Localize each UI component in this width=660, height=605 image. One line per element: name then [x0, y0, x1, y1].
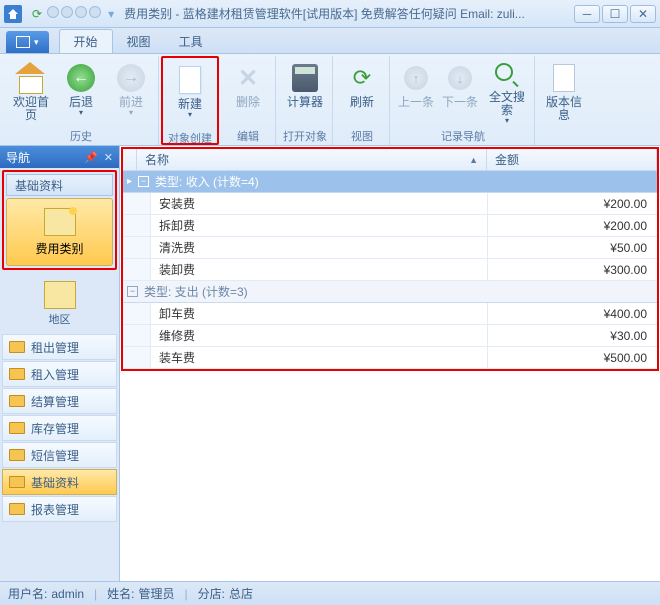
ribbon-tabs: 开始 视图 工具	[0, 28, 660, 54]
tab-start[interactable]: 开始	[59, 29, 113, 53]
welcome-button[interactable]: 欢迎首页	[8, 58, 54, 126]
new-button[interactable]: 新建	[167, 60, 213, 128]
back-arrow-icon: ←	[67, 64, 95, 92]
forward-button[interactable]: → 前进	[108, 58, 154, 126]
ribbon-group-history: 欢迎首页 ← 后退 → 前进 历史	[4, 56, 159, 145]
status-branch-label: 分店:	[198, 585, 225, 602]
file-icon	[16, 36, 30, 48]
group-arrow-icon: ▸	[127, 176, 132, 187]
prev-record-button[interactable]: ↑ 上一条	[396, 58, 436, 126]
minimize-button[interactable]: ─	[574, 5, 600, 23]
nav-item-report[interactable]: 报表管理	[2, 496, 117, 522]
ribbon-group-open: 计算器 打开对象	[278, 56, 333, 145]
window-title: 费用类别 - 蓝格建材租赁管理软件[试用版本] 免费解答任何疑问 Email: …	[120, 5, 574, 22]
area-icon	[44, 281, 76, 309]
folder-icon	[9, 341, 25, 353]
table-row[interactable]: 装车费¥500.00	[123, 347, 657, 369]
home-icon[interactable]	[4, 5, 22, 23]
new-page-icon	[179, 66, 201, 94]
search-icon	[495, 63, 519, 87]
folder-icon	[9, 449, 25, 461]
refresh-icon[interactable]: ⟳	[32, 7, 42, 21]
version-info-button[interactable]: 版本信息	[541, 58, 587, 126]
calculator-button[interactable]: 计算器	[282, 58, 328, 126]
ribbon-group-edit: ✕ 删除 编辑	[221, 56, 276, 145]
status-branch: 总店	[229, 585, 253, 602]
ribbon-group-view: ⟳ 刷新 视图	[335, 56, 390, 145]
group-income[interactable]: ▸ − 类型: 收入 (计数=4)	[123, 171, 657, 193]
title-bar: ⟳ ▾ 费用类别 - 蓝格建材租赁管理软件[试用版本] 免费解答任何疑问 Ema…	[0, 0, 660, 28]
col-amount[interactable]: 金额	[487, 149, 657, 170]
nav-item-rent-out[interactable]: 租出管理	[2, 334, 117, 360]
back-button[interactable]: ← 后退	[58, 58, 104, 126]
maximize-button[interactable]: ☐	[602, 5, 628, 23]
table-row[interactable]: 装卸费¥300.00	[123, 259, 657, 281]
category-icon	[44, 208, 76, 236]
folder-icon	[9, 422, 25, 434]
ribbon-body: 欢迎首页 ← 后退 → 前进 历史 新建 对象创建 ✕ 删除	[0, 54, 660, 146]
table-row[interactable]: 维修费¥30.00	[123, 325, 657, 347]
ribbon-group-nav: ↑ 上一条 ↓ 下一条 全文搜索 记录导航	[392, 56, 535, 145]
pin-icon[interactable]: 📌	[84, 151, 98, 164]
grid-blank	[120, 372, 660, 581]
table-row[interactable]: 卸车费¥400.00	[123, 303, 657, 325]
folder-icon	[9, 395, 25, 407]
nav-list: 租出管理 租入管理 结算管理 库存管理 短信管理 基础资料 报表管理	[2, 334, 117, 579]
folder-icon	[9, 368, 25, 380]
nav-header: 导航 📌 ✕	[0, 146, 119, 168]
calculator-icon	[292, 64, 318, 92]
tab-view[interactable]: 视图	[113, 29, 165, 53]
delete-x-icon: ✕	[232, 62, 264, 94]
navigation-panel: 导航 📌 ✕ 基础资料 费用类别 地区 租出管理 租入管理 结算管理 库存管理 …	[0, 146, 120, 581]
document-icon	[553, 64, 575, 92]
nav-area[interactable]: 地区	[2, 276, 117, 332]
nav-item-base[interactable]: 基础资料	[2, 469, 117, 495]
refresh-arrows-icon: ⟳	[346, 62, 378, 94]
collapse-icon[interactable]: −	[138, 176, 149, 187]
data-grid: 名称 金额 ▸ − 类型: 收入 (计数=4) 安装费¥200.00 拆卸费¥2…	[120, 146, 660, 581]
nav-item-sms[interactable]: 短信管理	[2, 442, 117, 468]
workspace: 导航 📌 ✕ 基础资料 费用类别 地区 租出管理 租入管理 结算管理 库存管理 …	[0, 146, 660, 581]
up-arrow-icon: ↑	[404, 66, 428, 90]
status-name-label: 姓名:	[107, 585, 134, 602]
nav-item-settle[interactable]: 结算管理	[2, 388, 117, 414]
close-button[interactable]: ✕	[630, 5, 656, 23]
nav-fee-category[interactable]: 费用类别	[6, 198, 113, 266]
grid-header: 名称 金额	[123, 149, 657, 171]
status-user: admin	[51, 587, 84, 601]
status-name: 管理员	[139, 585, 175, 602]
table-row[interactable]: 安装费¥200.00	[123, 193, 657, 215]
table-row[interactable]: 拆卸费¥200.00	[123, 215, 657, 237]
nav-item-stock[interactable]: 库存管理	[2, 415, 117, 441]
forward-arrow-icon: →	[117, 64, 145, 92]
group-expense[interactable]: − 类型: 支出 (计数=3)	[123, 281, 657, 303]
collapse-icon[interactable]: −	[127, 286, 138, 297]
ribbon-group-create: 新建 对象创建	[161, 56, 219, 145]
folder-icon	[9, 503, 25, 515]
status-user-label: 用户名:	[8, 585, 47, 602]
refresh-button[interactable]: ⟳ 刷新	[339, 58, 385, 126]
table-row[interactable]: 清洗费¥50.00	[123, 237, 657, 259]
delete-button[interactable]: ✕ 删除	[225, 58, 271, 126]
folder-icon	[9, 476, 25, 488]
home-house-icon	[15, 62, 47, 94]
next-record-button[interactable]: ↓ 下一条	[440, 58, 480, 126]
ribbon-group-version: 版本信息	[537, 56, 591, 145]
nav-history-dots[interactable]	[46, 6, 102, 21]
nav-close-icon[interactable]: ✕	[104, 151, 113, 164]
nav-title: 导航	[6, 149, 30, 166]
file-menu-button[interactable]	[6, 31, 49, 53]
status-bar: 用户名: admin | 姓名: 管理员 | 分店: 总店	[0, 581, 660, 605]
tab-tools[interactable]: 工具	[165, 29, 217, 53]
nav-item-rent-in[interactable]: 租入管理	[2, 361, 117, 387]
down-arrow-icon: ↓	[448, 66, 472, 90]
col-name[interactable]: 名称	[137, 149, 487, 170]
nav-section-base[interactable]: 基础资料	[6, 174, 113, 196]
fulltext-search-button[interactable]: 全文搜索	[484, 58, 530, 126]
